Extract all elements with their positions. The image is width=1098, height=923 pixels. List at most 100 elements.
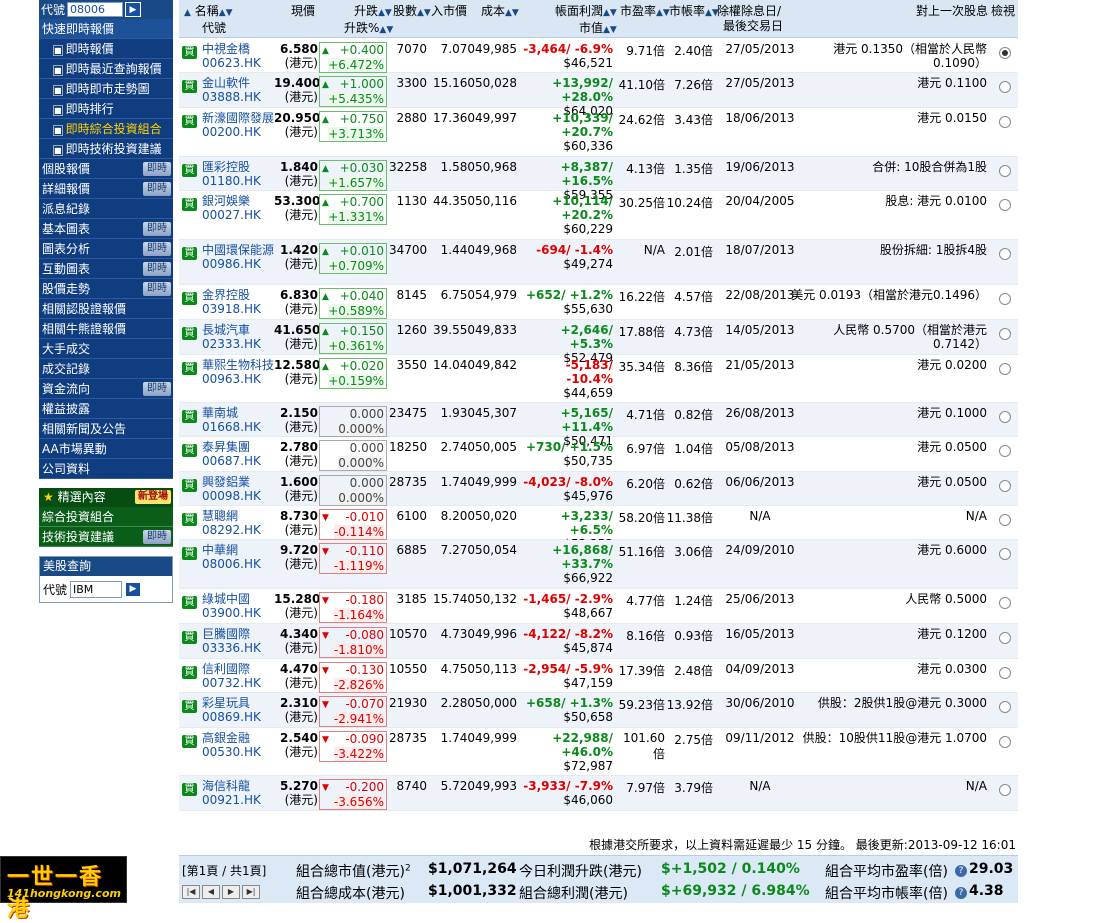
view-radio[interactable] xyxy=(999,165,1011,177)
view-radio[interactable] xyxy=(999,248,1011,260)
stock-name-link[interactable]: 華熙生物科技 xyxy=(202,358,274,372)
stock-name-link[interactable]: 海信科龍 xyxy=(202,779,274,793)
sidebar-item[interactable]: AA市場異動 xyxy=(39,439,173,459)
us-code-input[interactable] xyxy=(70,580,123,598)
buy-button[interactable]: 買 xyxy=(182,700,197,713)
view-radio[interactable] xyxy=(999,736,1011,748)
sidebar-item[interactable]: 成交記錄 xyxy=(39,359,173,379)
stock-name-link[interactable]: 匯彩控股 xyxy=(202,160,274,174)
sort-name[interactable]: ▲ 名稱▲▼ xyxy=(184,2,233,19)
realtime-badge[interactable]: 即時 xyxy=(143,382,171,396)
stock-code-link[interactable]: 00687.HK xyxy=(202,454,274,468)
next-page-button[interactable]: ▶ xyxy=(222,885,240,899)
buy-button[interactable]: 買 xyxy=(182,362,197,375)
buy-button[interactable]: 買 xyxy=(182,479,197,492)
view-radio[interactable] xyxy=(999,47,1011,59)
view-radio[interactable] xyxy=(999,293,1011,305)
buy-button[interactable]: 買 xyxy=(182,783,197,796)
buy-button[interactable]: 買 xyxy=(182,444,197,457)
buy-button[interactable]: 買 xyxy=(182,596,197,609)
help-icon[interactable]: ? xyxy=(955,865,967,877)
realtime-badge[interactable]: 即時 xyxy=(143,222,171,236)
sidebar-item[interactable]: 權益披露 xyxy=(39,399,173,419)
sidebar-item[interactable]: 股價走勢 即時 xyxy=(39,279,173,299)
sidebar-item[interactable]: 即時技術投資建議 xyxy=(39,139,173,159)
stock-code-link[interactable]: 00869.HK xyxy=(202,710,274,724)
prev-page-button[interactable]: ◀ xyxy=(202,885,220,899)
stock-code-link[interactable]: 00732.HK xyxy=(202,676,274,690)
featured-item[interactable]: 技術投資建議 即時 xyxy=(39,527,173,547)
stock-code-link[interactable]: 08006.HK xyxy=(202,557,274,571)
realtime-badge[interactable]: 即時 xyxy=(143,262,171,276)
stock-code-link[interactable]: 08292.HK xyxy=(202,523,274,537)
view-radio[interactable] xyxy=(999,480,1011,492)
first-page-button[interactable]: |◀ xyxy=(182,885,200,899)
view-radio[interactable] xyxy=(999,632,1011,644)
sidebar-item[interactable]: 相關新聞及公告 xyxy=(39,419,173,439)
sidebar-item[interactable]: 基本圖表 即時 xyxy=(39,219,173,239)
sidebar-item[interactable]: 圖表分析 即時 xyxy=(39,239,173,259)
stock-code-link[interactable]: 00098.HK xyxy=(202,489,274,503)
stock-code-link[interactable]: 00027.HK xyxy=(202,208,274,222)
view-radio[interactable] xyxy=(999,784,1011,796)
stock-name-link[interactable]: 慧聰網 xyxy=(202,509,274,523)
view-radio[interactable] xyxy=(999,116,1011,128)
buy-button[interactable]: 買 xyxy=(182,80,197,93)
stock-name-link[interactable]: 興發鋁業 xyxy=(202,475,274,489)
stock-name-link[interactable]: 長城汽車 xyxy=(202,323,274,337)
sidebar-item[interactable]: 即時最近查詢報價 xyxy=(39,59,173,79)
view-radio[interactable] xyxy=(999,411,1011,423)
stock-name-link[interactable]: 巨騰國際 xyxy=(202,627,274,641)
buy-button[interactable]: 買 xyxy=(182,198,197,211)
sidebar-item[interactable]: 互動圖表 即時 xyxy=(39,259,173,279)
sidebar-item[interactable]: 個股報價 即時 xyxy=(39,159,173,179)
buy-button[interactable]: 買 xyxy=(182,666,197,679)
help-icon[interactable]: ? xyxy=(955,887,967,899)
stock-code-link[interactable]: 00986.HK xyxy=(202,257,274,271)
sidebar-item[interactable]: 公司資料 xyxy=(39,459,173,479)
sidebar-item[interactable]: 大手成交 xyxy=(39,339,173,359)
sort-pl[interactable]: 帳面利潤▲▼ xyxy=(555,2,617,19)
stock-code-input[interactable] xyxy=(67,2,124,17)
stock-name-link[interactable]: 中華網 xyxy=(202,543,274,557)
stock-name-link[interactable]: 金界控股 xyxy=(202,288,274,302)
sidebar-item[interactable]: 即時即市走勢圖 xyxy=(39,79,173,99)
stock-code-link[interactable]: 01668.HK xyxy=(202,420,274,434)
stock-code-link[interactable]: 03918.HK xyxy=(202,302,274,316)
stock-code-link[interactable]: 00921.HK xyxy=(202,793,274,807)
sidebar-item[interactable]: 快速即時報價 xyxy=(39,19,173,39)
stock-name-link[interactable]: 綠城中國 xyxy=(202,592,274,606)
realtime-badge[interactable]: 即時 xyxy=(143,530,171,544)
sidebar-item[interactable]: 詳細報價 即時 xyxy=(39,179,173,199)
sidebar-item[interactable]: 相關牛熊證報價 xyxy=(39,319,173,339)
stock-code-link[interactable]: 00200.HK xyxy=(202,125,274,139)
stock-name-link[interactable]: 中國環保能源 xyxy=(202,243,274,257)
stock-name-link[interactable]: 華南城 xyxy=(202,406,274,420)
stock-name-link[interactable]: 銀河娛樂 xyxy=(202,194,274,208)
buy-button[interactable]: 買 xyxy=(182,46,197,59)
view-radio[interactable] xyxy=(999,667,1011,679)
buy-button[interactable]: 買 xyxy=(182,631,197,644)
sidebar-item[interactable]: 派息紀錄 xyxy=(39,199,173,219)
buy-button[interactable]: 買 xyxy=(182,327,197,340)
realtime-badge[interactable]: 即時 xyxy=(143,182,171,196)
buy-button[interactable]: 買 xyxy=(182,115,197,128)
go-button[interactable]: ▶ xyxy=(125,2,142,17)
buy-button[interactable]: 買 xyxy=(182,292,197,305)
last-page-button[interactable]: ▶| xyxy=(242,885,260,899)
stock-code-link[interactable]: 03900.HK xyxy=(202,606,274,620)
stock-code-link[interactable]: 00963.HK xyxy=(202,372,274,386)
stock-code-link[interactable]: 00623.HK xyxy=(202,56,274,70)
view-radio[interactable] xyxy=(999,81,1011,93)
sort-cost[interactable]: 成本▲▼ xyxy=(481,2,519,19)
stock-name-link[interactable]: 金山軟件 xyxy=(202,76,274,90)
stock-name-link[interactable]: 高銀金融 xyxy=(202,731,274,745)
realtime-badge[interactable]: 即時 xyxy=(143,242,171,256)
view-radio[interactable] xyxy=(999,701,1011,713)
stock-name-link[interactable]: 中視金橋 xyxy=(202,42,274,56)
view-radio[interactable] xyxy=(999,328,1011,340)
stock-name-link[interactable]: 泰昇集團 xyxy=(202,440,274,454)
buy-button[interactable]: 買 xyxy=(182,164,197,177)
realtime-badge[interactable]: 即時 xyxy=(143,282,171,296)
us-go-button[interactable]: ▶ xyxy=(125,581,142,597)
